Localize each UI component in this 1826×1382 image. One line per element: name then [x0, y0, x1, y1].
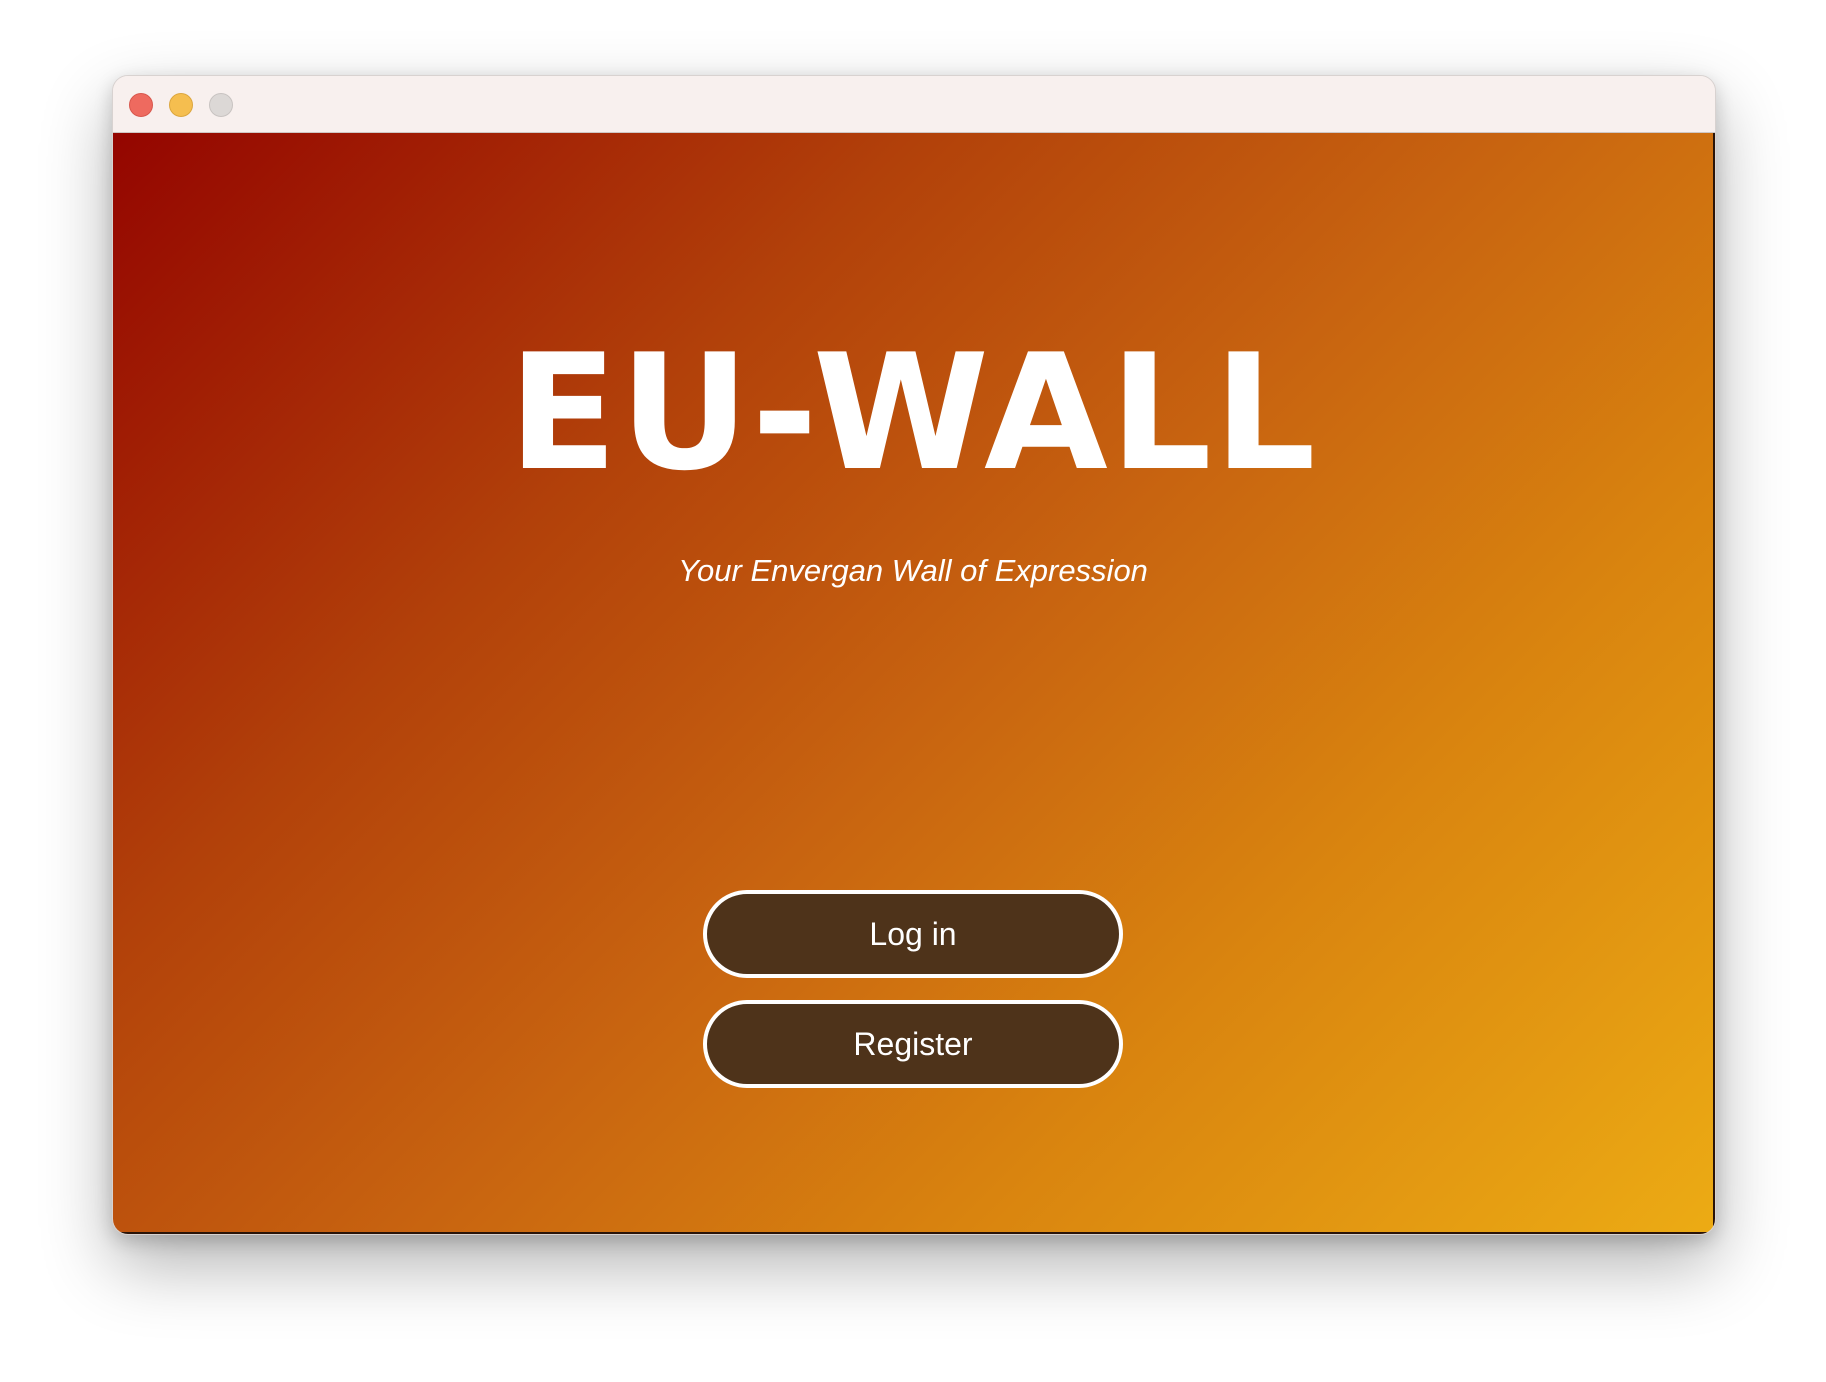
- minimize-window-icon[interactable]: [169, 93, 193, 117]
- window-titlebar[interactable]: [113, 76, 1715, 133]
- app-title: EU-WALL: [508, 319, 1318, 506]
- maximize-window-icon[interactable]: [209, 93, 233, 117]
- close-window-icon[interactable]: [129, 93, 153, 117]
- app-subtitle: Your Envergan Wall of Expression: [678, 553, 1148, 588]
- register-button[interactable]: Register: [703, 1000, 1123, 1088]
- app-window: EU-WALL Your Envergan Wall of Expression…: [112, 75, 1716, 1235]
- login-button[interactable]: Log in: [703, 890, 1123, 978]
- landing-screen: EU-WALL Your Envergan Wall of Expression…: [113, 133, 1715, 1234]
